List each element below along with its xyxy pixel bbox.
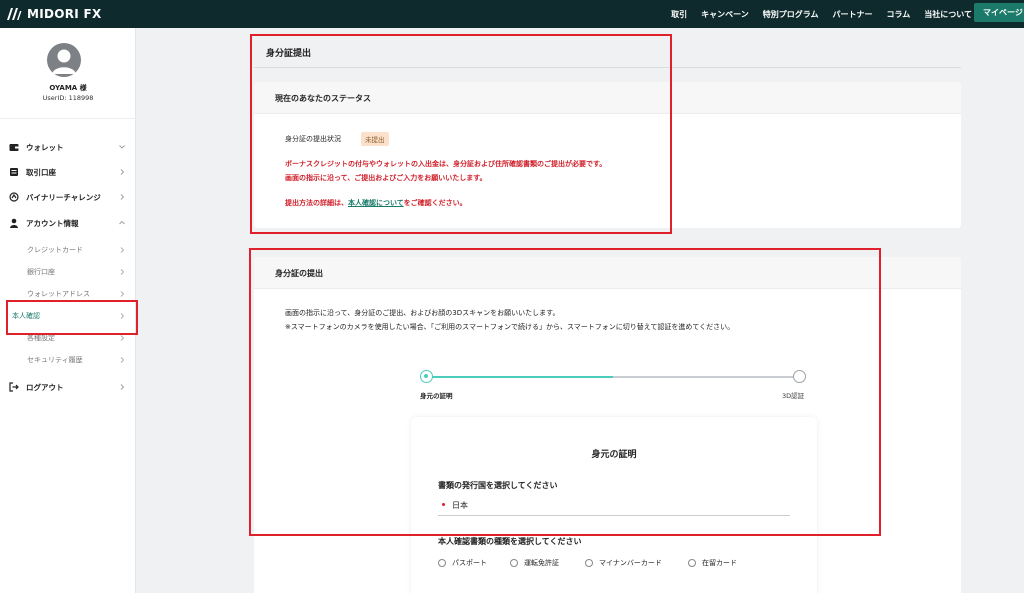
radio-circle-icon: [510, 559, 518, 567]
avatar: [47, 43, 81, 77]
radio-label: マイナンバーカード: [599, 559, 662, 567]
radio-label: パスポート: [452, 559, 487, 567]
sidebar-subitem-label: 銀行口座: [27, 268, 55, 276]
status-badge: 未提出: [361, 132, 389, 146]
sidebar-item-account-info[interactable]: アカウント情報: [0, 213, 136, 233]
mypage-button[interactable]: マイページ: [974, 3, 1024, 22]
radio-passport[interactable]: パスポート: [438, 558, 508, 570]
chevron-right-icon: [120, 247, 125, 253]
radio-residence-card[interactable]: 在留カード: [688, 558, 758, 570]
sidebar-subitem-bank-account[interactable]: 銀行口座: [0, 262, 136, 282]
logo[interactable]: MIDORI FX: [6, 7, 102, 21]
nav-special-program[interactable]: 特別プログラム: [763, 9, 819, 20]
sidebar: OYAMA 様 UserID: 118998 ウォレット 取引口座 バイナリーチ…: [0, 28, 136, 593]
user-avatar-icon: [52, 49, 76, 74]
sidebar-item-binary-challenge[interactable]: バイナリーチャレンジ: [0, 187, 136, 207]
instruction-line-1: 画面の指示に沿って、身分証のご提出、およびお顔の3Dスキャンをお願いいたします。: [285, 309, 560, 317]
chevron-right-icon: [120, 384, 125, 390]
radio-label: 在留カード: [702, 559, 737, 567]
sidebar-item-logout[interactable]: ログアウト: [0, 377, 136, 397]
radio-drivers-license[interactable]: 運転免許証: [510, 558, 580, 570]
step-2-label: 3D認証: [782, 392, 805, 400]
sidebar-subitem-security-history[interactable]: セキュリティ履歴: [0, 350, 136, 370]
sidebar-item-label: ウォレット: [26, 142, 64, 152]
radio-circle-icon: [585, 559, 593, 567]
logo-text: MIDORI FX: [27, 7, 102, 21]
chevron-right-icon: [120, 291, 125, 297]
sidebar-item-label: バイナリーチャレンジ: [26, 192, 101, 202]
sidebar-subitem-label: クレジットカード: [27, 246, 83, 254]
sidebar-subitem-wallet-address[interactable]: ウォレットアドレス: [0, 284, 136, 304]
doc-type-label: 本人確認書類の種類を選択してください: [438, 537, 582, 546]
stepper-progress: [427, 376, 613, 378]
sidebar-item-label: 取引口座: [26, 167, 56, 177]
user-name: OYAMA 様: [49, 84, 87, 92]
user-icon: [9, 218, 19, 228]
nav-column[interactable]: コラム: [886, 9, 910, 20]
id-submit-card-header: 身分証の提出: [254, 257, 961, 289]
required-dot-icon: [442, 503, 445, 506]
nav-about[interactable]: 当社について: [924, 9, 972, 20]
country-select[interactable]: 日本: [438, 500, 790, 516]
sidebar-subitem-label: 各種設定: [27, 334, 55, 342]
radio-label: 運転免許証: [524, 559, 559, 567]
radio-mynumber-card[interactable]: マイナンバーカード: [585, 558, 680, 570]
chevron-right-icon: [120, 335, 125, 341]
nav-partner[interactable]: パートナー: [832, 9, 872, 20]
wallet-icon: [9, 142, 19, 152]
midori-logo-icon: [6, 7, 22, 21]
radio-circle-icon: [438, 559, 446, 567]
sidebar-subitem-settings[interactable]: 各種設定: [0, 328, 136, 348]
notice-line-1: ボーナスクレジットの付与やウォレットの入出金は、身分証および住所確認書類のご提出…: [285, 160, 607, 168]
logout-icon: [9, 382, 19, 392]
step-1-dot: [420, 370, 433, 383]
status-card-heading: 現在のあなたのステータス: [275, 94, 371, 103]
detail-prefix: 提出方法の詳細は、: [285, 199, 348, 207]
detail-suffix: をご確認ください。: [403, 199, 467, 207]
sidebar-subitem-label: ウォレットアドレス: [27, 290, 90, 298]
chevron-right-icon: [120, 357, 125, 363]
binary-icon: [9, 192, 19, 202]
status-card: 現在のあなたのステータス 身分証の提出状況 未提出 ボーナスクレジットの付与やウ…: [254, 82, 961, 228]
sidebar-divider: [0, 118, 136, 119]
status-card-header: 現在のあなたのステータス: [254, 82, 961, 114]
sidebar-item-label: アカウント情報: [26, 218, 79, 228]
step-1-label: 身元の証明: [420, 392, 453, 400]
sidebar-subitem-label: セキュリティ履歴: [27, 356, 83, 364]
title-divider: [254, 67, 961, 68]
nav-campaign[interactable]: キャンペーン: [701, 9, 749, 20]
status-label: 身分証の提出状況: [285, 135, 341, 143]
top-navigation-bar: MIDORI FX 取引 キャンペーン 特別プログラム パートナー コラム 当社…: [0, 0, 1024, 28]
sidebar-subitem-label: 本人確認: [12, 312, 40, 320]
bank-icon: [9, 167, 19, 177]
sidebar-item-label: ログアウト: [26, 382, 64, 392]
identity-form-card: 身元の証明 書類の発行国を選択してください 日本 本人確認書類の種類を選択してく…: [411, 417, 817, 593]
chevron-up-icon: [119, 220, 125, 225]
page-title: 身分証提出: [266, 49, 312, 59]
country-value: 日本: [452, 501, 468, 510]
chevron-right-icon: [120, 269, 125, 275]
sidebar-item-trading-account[interactable]: 取引口座: [0, 162, 136, 182]
nav-trade[interactable]: 取引: [671, 9, 687, 20]
notice-line-2: 画面の指示に沿って、ご提出およびご入力をお願いいたします。: [285, 174, 487, 182]
chevron-right-icon: [120, 194, 125, 200]
chevron-right-icon: [120, 313, 125, 319]
detail-text: 提出方法の詳細は、本人確認についてをご確認ください。: [285, 198, 467, 208]
chevron-right-icon: [120, 169, 125, 175]
step-2-dot: [793, 370, 806, 383]
country-label: 書類の発行国を選択してください: [438, 481, 558, 490]
radio-circle-icon: [688, 559, 696, 567]
chevron-down-icon: [119, 145, 125, 149]
sidebar-subitem-credit-card[interactable]: クレジットカード: [0, 240, 136, 260]
sidebar-subitem-identity-verification[interactable]: 本人確認: [0, 306, 136, 326]
form-title: 身元の証明: [591, 450, 637, 460]
main-nav: 取引 キャンペーン 特別プログラム パートナー コラム 当社について: [657, 0, 972, 28]
instruction-line-2: ※スマートフォンのカメラを使用したい場合、「ご利用のスマートフォンで続ける」から…: [285, 323, 735, 331]
id-submit-card-heading: 身分証の提出: [275, 269, 323, 278]
user-id: UserID: 118998: [42, 94, 94, 102]
sidebar-item-wallet[interactable]: ウォレット: [0, 137, 136, 157]
identity-verification-link[interactable]: 本人確認について: [348, 199, 404, 207]
